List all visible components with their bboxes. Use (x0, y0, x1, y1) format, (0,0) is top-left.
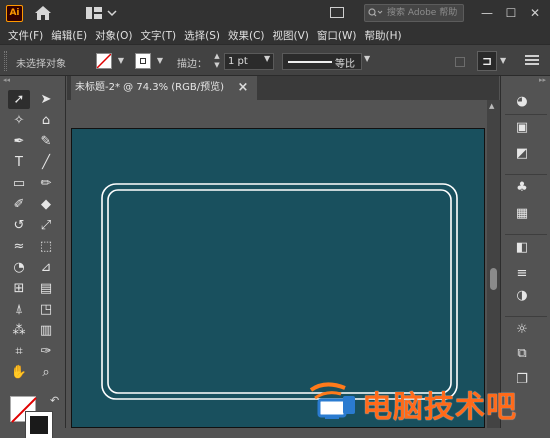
panel-divider (505, 316, 547, 317)
color-guide-panel-icon[interactable]: ▣ (513, 120, 531, 136)
rectangle-tool-icon[interactable]: ▭ (8, 174, 30, 193)
menu-file[interactable]: 文件(F) (8, 28, 43, 43)
menu-edit[interactable]: 编辑(E) (51, 28, 87, 43)
watermark-text: 电脑技术吧 (362, 390, 517, 425)
search-icon (368, 8, 383, 17)
grip-handle[interactable] (4, 51, 7, 71)
magic-wand-tool-icon[interactable]: ✧ (8, 111, 30, 130)
asset-export-panel-icon[interactable]: ⧉ (513, 346, 531, 362)
brushes-panel-icon[interactable]: ▦ (513, 206, 531, 222)
scrollbar-thumb[interactable] (490, 268, 497, 290)
document-tab[interactable]: 未标题-2* @ 74.3% (RGB/预览) (71, 76, 257, 100)
selection-status: 未选择对象 (16, 59, 66, 70)
menu-help[interactable]: 帮助(H) (365, 28, 402, 43)
minimize-button[interactable]: — (476, 2, 498, 24)
vertical-scrollbar[interactable]: ▲ (487, 100, 500, 428)
align-chevron-icon[interactable]: ▼ (500, 56, 506, 65)
panel-divider (505, 234, 547, 235)
close-tab-button[interactable]: × (235, 80, 251, 96)
stroke-color-swatch[interactable] (135, 53, 151, 69)
mesh-tool-icon[interactable]: ⊞ (8, 279, 30, 298)
menu-select[interactable]: 选择(S) (184, 28, 220, 43)
window-arrange-icon[interactable] (330, 7, 344, 18)
paintbrush-tool-icon[interactable]: ✏ (35, 174, 57, 193)
column-graph-tool-icon[interactable]: ▥ (35, 321, 57, 340)
tools-panel: ◂◂ ➚ ➤ ✧ ⌂ ✒ ✎ T ╱ ▭ ✏ ✐ ◆ ↺ ⤢ ≈ ⬚ ◔ ⊿ ⊞ ▤ ⍋ ◳ ⁂ ▥ ⌗ ✑ ✋ ⌕ ↶ (0, 76, 66, 438)
home-icon[interactable] (34, 5, 52, 21)
workspace-icon[interactable] (84, 6, 118, 20)
zoom-tool-icon[interactable]: ⌕ (35, 363, 57, 382)
free-transform-tool-icon[interactable]: ⬚ (35, 237, 57, 256)
menu-bar: 文件(F) 编辑(E) 对象(O) 文字(T) 选择(S) 效果(C) 视图(V… (0, 26, 550, 44)
direct-selection-tool-icon[interactable]: ➤ (35, 90, 57, 109)
menu-window[interactable]: 窗口(W) (317, 28, 357, 43)
menu-effect[interactable]: 效果(C) (228, 28, 265, 43)
gradient-panel-icon[interactable]: ◧ (513, 240, 531, 256)
variable-width-profile-select[interactable]: 等比 (282, 53, 362, 70)
menu-type[interactable]: 文字(T) (141, 28, 177, 43)
scroll-up-icon[interactable]: ▲ (489, 102, 494, 110)
transparency-panel-icon[interactable]: ◑ (513, 288, 531, 304)
scale-tool-icon[interactable]: ⤢ (35, 216, 57, 235)
profile-line-preview (288, 61, 332, 63)
stroke-dropdown-chevron-icon[interactable]: ▼ (155, 53, 165, 69)
fill-color-swatch[interactable] (96, 53, 112, 69)
type-tool-icon[interactable]: T (8, 153, 30, 172)
menu-object[interactable]: 对象(O) (95, 28, 132, 43)
slice-tool-icon[interactable]: ✑ (35, 342, 57, 361)
tools-grid: ➚ ➤ ✧ ⌂ ✒ ✎ T ╱ ▭ ✏ ✐ ◆ ↺ ⤢ ≈ ⬚ ◔ ⊿ ⊞ ▤ ⍋ ◳ ⁂ ▥ ⌗ ✑ ✋ ⌕ (0, 88, 65, 382)
panel-dock: ▸▸ ◕ ▣ ◩ ♣ ▦ ◧ ≡ ◑ ☼ ⧉ ❐ (500, 76, 550, 428)
fill-dropdown-chevron-icon[interactable]: ▼ (116, 53, 126, 69)
canvas-area[interactable] (67, 100, 487, 428)
close-window-button[interactable]: ✕ (524, 2, 546, 24)
document-tab-title: 未标题-2* @ 74.3% (RGB/预览) (75, 82, 225, 93)
blend-tool-icon[interactable]: ◳ (35, 300, 57, 319)
eyedropper-tool-icon[interactable]: ⍋ (8, 300, 30, 319)
tools-collapse-icon[interactable]: ◂◂ (0, 76, 65, 88)
shaper-tool-icon[interactable]: ✐ (8, 195, 30, 214)
symbols-panel-icon[interactable]: ♣ (513, 180, 531, 196)
app-logo: Ai (6, 5, 23, 22)
style-icon (455, 57, 465, 67)
shape-builder-tool-icon[interactable]: ◔ (8, 258, 30, 277)
stroke-weight-stepper-icon[interactable]: ▲ ▼ (213, 52, 221, 70)
profile-chevron-icon[interactable]: ▼ (364, 54, 370, 63)
menu-view[interactable]: 视图(V) (273, 28, 309, 43)
panel-divider (505, 114, 547, 115)
maximize-button[interactable]: ☐ (500, 2, 522, 24)
warp-tool-icon[interactable]: ≈ (8, 237, 30, 256)
document-tab-bar: 未标题-2* @ 74.3% (RGB/预览) × (67, 76, 499, 100)
dock-expand-icon[interactable]: ▸▸ (501, 76, 550, 88)
align-button[interactable]: ⊐ (477, 51, 497, 71)
symbol-sprayer-tool-icon[interactable]: ⁂ (8, 321, 30, 340)
panel-divider (505, 174, 547, 175)
hand-tool-icon[interactable]: ✋ (8, 363, 30, 382)
fill-stroke-widget[interactable]: ↶ (8, 394, 64, 438)
rotate-tool-icon[interactable]: ↺ (8, 216, 30, 235)
stroke-swatch[interactable] (25, 411, 53, 438)
stroke-weight-chevron-icon[interactable]: ▼ (264, 54, 270, 63)
panel-menu-icon[interactable] (525, 53, 539, 67)
libraries-panel-icon[interactable]: ◩ (513, 146, 531, 162)
watermark-logo-icon (309, 382, 355, 419)
title-bar: Ai 搜索 Adobe 帮助 — ☐ ✕ (0, 0, 550, 26)
gradient-tool-icon[interactable]: ▤ (35, 279, 57, 298)
selection-tool-icon[interactable]: ➚ (8, 90, 30, 109)
perspective-grid-tool-icon[interactable]: ⊿ (35, 258, 57, 277)
lasso-tool-icon[interactable]: ⌂ (35, 111, 57, 130)
control-bar: 未选择对象 ▼ ▼ 描边： ▲ ▼ 1 pt ▼ 等比 ▼ ⊐ ▼ (0, 44, 550, 76)
none-color-icon (96, 53, 112, 69)
curvature-tool-icon[interactable]: ✎ (35, 132, 57, 151)
swap-fill-stroke-icon[interactable]: ↶ (50, 394, 59, 407)
pen-tool-icon[interactable]: ✒ (8, 132, 30, 151)
stroke-panel-icon[interactable]: ≡ (513, 266, 531, 282)
line-tool-icon[interactable]: ╱ (35, 153, 57, 172)
appearance-panel-icon[interactable]: ☼ (513, 322, 531, 338)
stroke-label[interactable]: 描边： (177, 55, 207, 70)
color-panel-icon[interactable]: ◕ (513, 94, 531, 110)
eraser-tool-icon[interactable]: ◆ (35, 195, 57, 214)
artboard-tool-icon[interactable]: ⌗ (8, 342, 30, 361)
profile-label: 等比 (335, 59, 355, 70)
